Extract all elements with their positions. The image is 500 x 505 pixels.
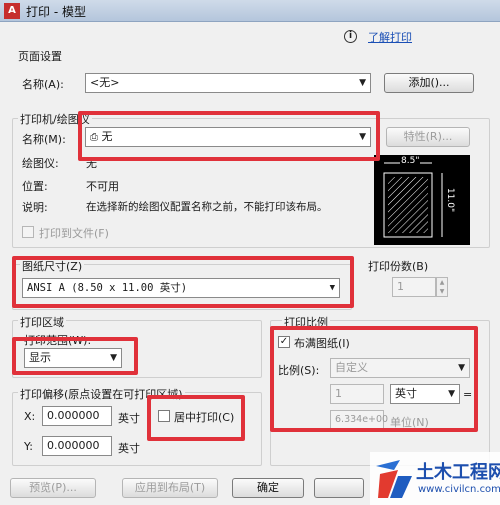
arrow-down-icon: ▼ [439,288,445,295]
offset-x-label: X: [24,410,36,423]
chevron-down-icon: ▼ [359,78,366,88]
offset-y-input[interactable]: 0.000000 [42,436,112,456]
offset-x-input[interactable]: 0.000000 [42,406,112,426]
learn-print-link[interactable]: 了解打印 [368,29,412,45]
watermark-brand: 土木工程网 [416,462,500,483]
paper-preview: 8.5" 11.0" [374,155,470,245]
description-value: 在选择新的绘图仪配置名称之前，不能打印该布局。 [86,201,328,213]
printer-properties-button[interactable]: 特性(R)... [386,127,470,147]
printer-name-label: 名称(M): [22,133,66,146]
watermark-logo-icon [376,460,412,498]
copies-input[interactable]: 1 [392,277,436,297]
watermark: 土木工程网 www.civilcn.com [370,452,500,505]
highlight-center-plot [147,395,245,441]
page-setup-name-label: 名称(A): [22,78,64,91]
watermark-url: www.civilcn.com [418,484,500,495]
paper-preview-graphic [383,162,443,238]
highlight-plot-range [12,337,138,375]
preview-width-label: 8.5" [400,156,421,166]
app-logo: A [4,3,20,19]
info-icon[interactable]: i [344,30,357,43]
highlight-plot-scale [270,326,478,432]
highlight-printer-name [78,111,380,161]
page-setup-label: 页面设置 [18,50,62,63]
copies-label: 打印份数(B) [368,260,429,273]
page-setup-name-select[interactable]: <无> ▼ [85,73,371,93]
title-bar: A 打印 - 模型 [0,0,500,22]
window-title: 打印 - 模型 [26,5,86,19]
location-value: 不可用 [86,180,119,193]
preview-button[interactable]: 预览(P)... [10,478,96,498]
location-label: 位置: [22,180,48,193]
plotter-label: 绘图仪: [22,157,59,170]
description-label: 说明: [22,201,48,214]
apply-to-layout-button[interactable]: 应用到布局(T) [122,478,218,498]
print-to-file-label: 打印到文件(F) [39,227,109,240]
highlight-paper-size [12,256,354,308]
offset-y-label: Y: [24,440,33,453]
offset-y-unit: 英寸 [118,442,140,455]
ok-button[interactable]: 确定 [232,478,304,498]
add-page-setup-button[interactable]: 添加()... [384,73,474,93]
plot-area-label: 打印区域 [18,314,66,330]
preview-height-label: 11.0" [445,187,456,213]
copies-stepper[interactable]: ▲ ▼ [436,277,448,297]
offset-x-unit: 英寸 [118,412,140,425]
print-to-file-checkbox[interactable] [22,226,34,238]
cancel-button[interactable] [314,478,364,498]
arrow-up-icon: ▲ [439,279,445,286]
